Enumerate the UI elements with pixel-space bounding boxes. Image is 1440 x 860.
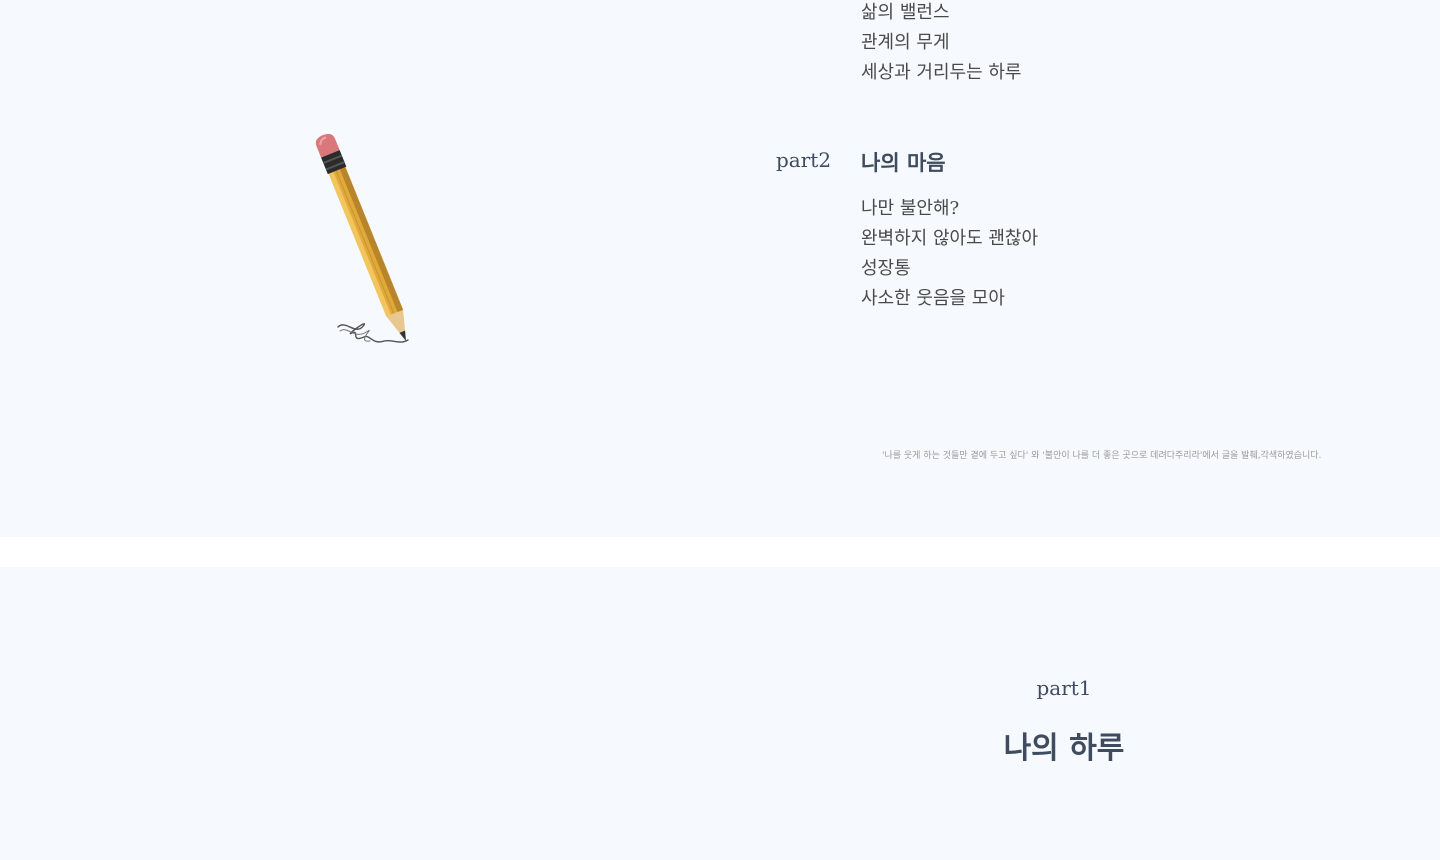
toc-item: 나만 불안해?: [861, 198, 960, 219]
toc-item: 삶의 밸런스: [861, 2, 950, 23]
part2-title: 나의 마음: [861, 150, 946, 175]
toc-item: 완벽하지 않아도 괜찮아: [861, 228, 1039, 249]
source-footnote: '나를 웃게 하는 것들만 곁에 두고 싶다' 와 '불안이 나를 더 좋은 곳…: [882, 451, 1322, 461]
part1-intro-section: part1 나의 하루: [0, 567, 1440, 860]
part1-title: 나의 하루: [1003, 731, 1125, 766]
part2-item-list: 나만 불안해? 완벽하지 않아도 괜찮아 성장통 사소한 웃음을 모아: [861, 194, 1038, 314]
part1-item-list: 삶의 밸런스 관계의 무게 세상과 거리두는 하루: [861, 0, 1021, 88]
toc-item: 사소한 웃음을 모아: [861, 288, 1005, 309]
part2-label: part2: [776, 148, 832, 172]
part1-label: part1: [1036, 676, 1092, 700]
toc-section-top: 삶의 밸런스 관계의 무게 세상과 거리두는 하루 part2 나의 마음 나만…: [0, 0, 1440, 537]
toc-item: 세상과 거리두는 하루: [861, 62, 1022, 83]
toc-item: 성장통: [861, 258, 911, 279]
pencil-icon: [315, 133, 409, 343]
toc-item: 관계의 무게: [861, 32, 950, 53]
